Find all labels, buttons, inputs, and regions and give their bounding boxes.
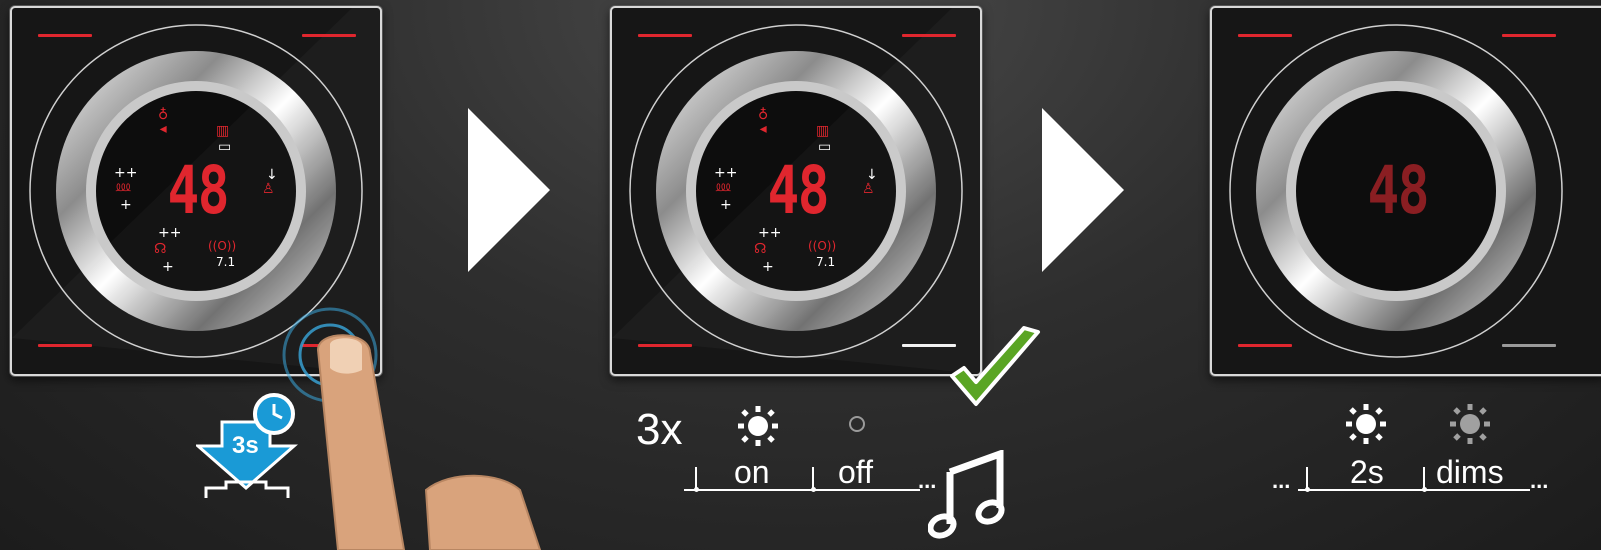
plus-plus-label: ++	[714, 165, 738, 181]
timeline-ellipsis-left: ...	[1272, 468, 1291, 493]
plus-plus-label-2: ++	[158, 225, 182, 241]
led-on-icon	[1346, 404, 1386, 448]
plus-label-2: +	[162, 259, 174, 275]
headset-mic-icon: ☊	[754, 241, 767, 257]
time-label: 2s	[1350, 454, 1384, 490]
hold-3s-icon: 3s	[194, 392, 306, 502]
next-step-arrow-1	[468, 108, 550, 272]
plus-plus-label: ++	[114, 165, 138, 181]
arrow-down-icon: ↓	[266, 167, 278, 183]
microphone-user-icon: ♙	[262, 181, 275, 197]
surround-label: 7.1	[816, 255, 836, 269]
equalizer-icon: ▥	[216, 123, 230, 139]
timeline-dot	[1422, 487, 1427, 492]
indicator-top-right	[902, 34, 956, 37]
volume-display-dimmed: 48	[1367, 152, 1430, 229]
hold-duration-badge: 3s	[232, 432, 259, 459]
microphone-user-icon: ♙	[862, 181, 875, 197]
repeat-count-label: 3x	[636, 405, 683, 454]
timeline-ellipsis-right: ...	[1530, 468, 1549, 493]
indicator-top-right	[1502, 34, 1556, 37]
timeline-line	[684, 489, 920, 491]
arrow-down-icon: ↓	[866, 167, 878, 183]
headset-mic-icon: ☊	[154, 241, 167, 257]
led-on-icon	[738, 406, 778, 450]
surround-label: 7.1	[216, 255, 236, 269]
led-dim-icon	[1450, 404, 1490, 448]
indicator-top-left	[638, 34, 692, 37]
plus-label: +	[120, 197, 132, 213]
checkmark-icon	[950, 326, 1040, 406]
volume-display: 48	[767, 152, 830, 229]
dims-label: dims	[1436, 454, 1504, 490]
surround-icon: ((O))	[208, 239, 237, 253]
headphone-mute-icon: ♁ ◂	[758, 107, 769, 137]
bass-icon: ⅏	[116, 179, 131, 195]
indicator-bottom-right-dimmed[interactable]	[1502, 344, 1556, 347]
plus-label-2: +	[762, 259, 774, 275]
music-note-icon	[928, 450, 1005, 539]
next-step-arrow-2	[1042, 108, 1124, 272]
on-label: on	[734, 454, 770, 490]
clapper-icon: ▭	[218, 139, 232, 155]
control-panel-step2: 48 ♁ ◂ ▥ ▭ ++ ⅏ + ↓ ♙ ++ ☊ + ((O)) 7.1	[610, 6, 982, 376]
plus-plus-label-2: ++	[758, 225, 782, 241]
indicator-bottom-left	[638, 344, 692, 347]
timeline-dot	[811, 487, 816, 492]
led-off-icon	[849, 416, 865, 432]
timeline-dot	[694, 487, 699, 492]
equalizer-icon: ▥	[816, 123, 830, 139]
timeline-tick	[695, 467, 697, 489]
plus-label: +	[720, 197, 732, 213]
bass-icon: ⅏	[716, 179, 731, 195]
volume-display: 48	[167, 152, 230, 229]
clapper-icon: ▭	[818, 139, 832, 155]
timeline-tick	[812, 467, 814, 489]
timeline-dot	[1305, 487, 1310, 492]
control-panel-step3: 48	[1210, 6, 1601, 376]
indicator-bottom-left	[38, 344, 92, 347]
off-label: off	[838, 454, 873, 490]
indicator-top-left	[38, 34, 92, 37]
indicator-top-right	[302, 34, 356, 37]
indicator-top-left	[1238, 34, 1292, 37]
timeline-tick	[1423, 467, 1425, 489]
timeline-tick	[1306, 467, 1308, 489]
surround-icon: ((O))	[808, 239, 837, 253]
indicator-bottom-left	[1238, 344, 1292, 347]
headphone-mute-icon: ♁ ◂	[158, 107, 169, 137]
